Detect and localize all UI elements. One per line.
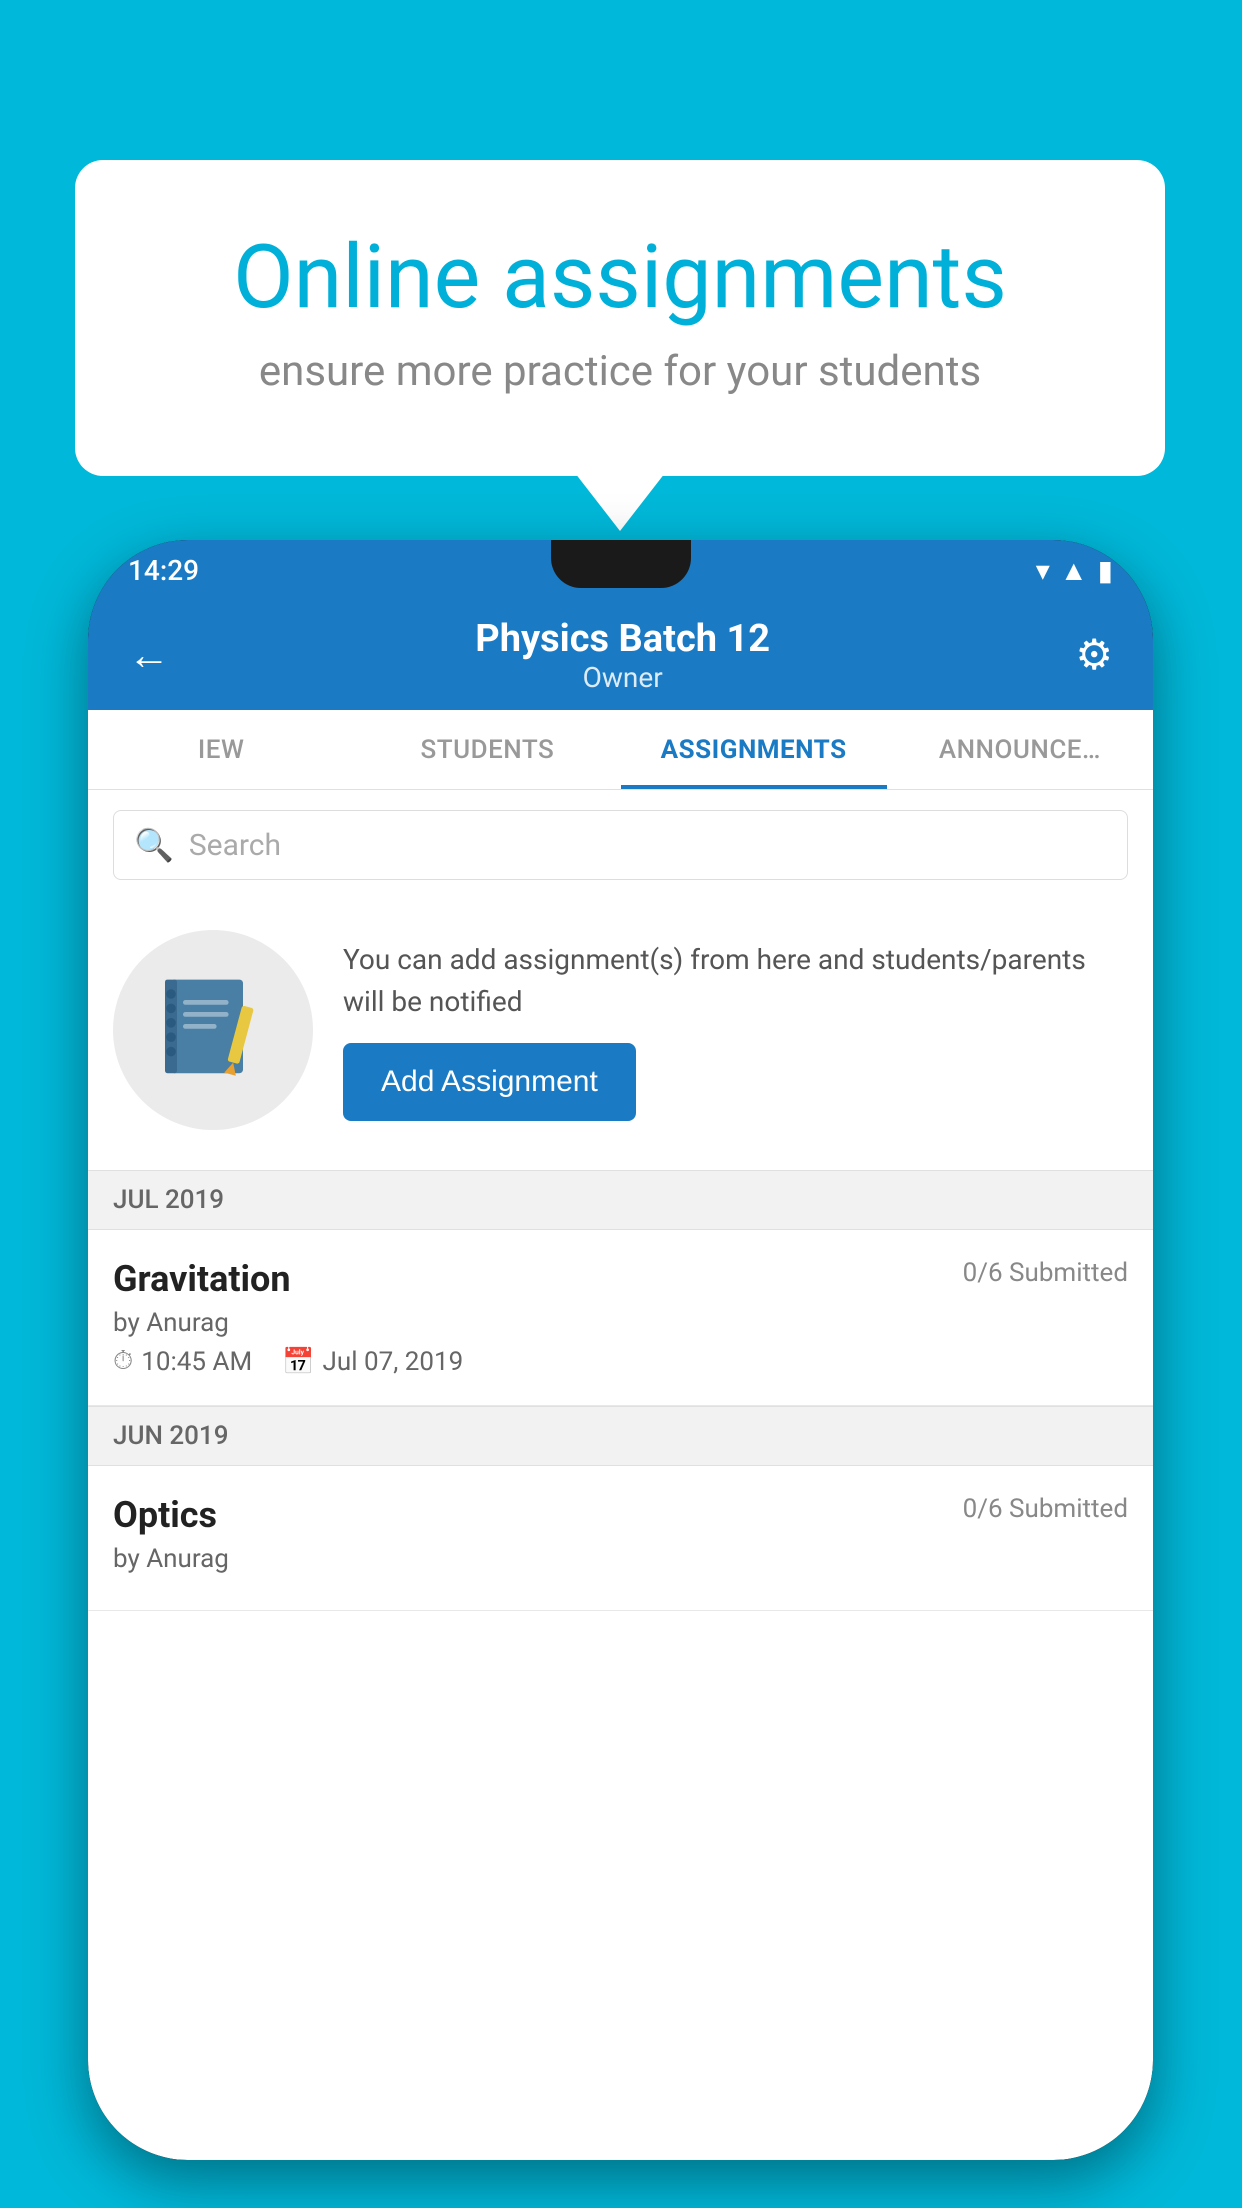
- section-header-jun: JUN 2019: [88, 1406, 1153, 1466]
- section-header-jul: JUL 2019: [88, 1170, 1153, 1230]
- wifi-icon: ▾: [1036, 554, 1050, 587]
- assignment-author-optics: by Anurag: [113, 1544, 1128, 1574]
- assignment-title: Gravitation: [113, 1258, 291, 1300]
- assignment-title-optics: Optics: [113, 1494, 217, 1536]
- assignment-meta: ⏱ 10:45 AM 📅 Jul 07, 2019: [113, 1346, 1128, 1377]
- assignment-header-optics: Optics 0/6 Submitted: [113, 1494, 1128, 1536]
- add-assignment-button[interactable]: Add Assignment: [343, 1043, 636, 1121]
- calendar-icon: 📅: [282, 1347, 314, 1377]
- settings-button[interactable]: ⚙: [1065, 620, 1123, 690]
- clock-icon: ⏱: [113, 1346, 133, 1377]
- tab-iew[interactable]: IEW: [88, 710, 354, 789]
- speech-bubble-wrapper: Online assignments ensure more practice …: [75, 160, 1165, 476]
- tab-assignments[interactable]: ASSIGNMENTS: [621, 710, 887, 789]
- app-bar-title: Physics Batch 12: [180, 617, 1065, 661]
- notebook-icon-circle: [113, 930, 313, 1130]
- app-bar-title-area: Physics Batch 12 Owner: [180, 617, 1065, 694]
- tab-students[interactable]: STUDENTS: [354, 710, 620, 789]
- assignment-item-optics[interactable]: Optics 0/6 Submitted by Anurag: [88, 1466, 1153, 1611]
- status-time: 14:29: [128, 554, 199, 587]
- meta-date: 📅 Jul 07, 2019: [282, 1347, 463, 1377]
- notebook-icon: [153, 970, 273, 1090]
- app-bar-subtitle: Owner: [180, 661, 1065, 694]
- assignment-header: Gravitation 0/6 Submitted: [113, 1258, 1128, 1300]
- tabs-bar: IEW STUDENTS ASSIGNMENTS ANNOUNCE…: [88, 710, 1153, 790]
- signal-icon: ▲: [1060, 554, 1088, 587]
- search-bar-container: 🔍 Search: [88, 790, 1153, 900]
- info-card: You can add assignment(s) from here and …: [88, 900, 1153, 1170]
- speech-bubble-subtitle: ensure more practice for your students: [155, 347, 1085, 396]
- info-card-message: You can add assignment(s) from here and …: [343, 939, 1128, 1023]
- content-area: 🔍 Search: [88, 790, 1153, 2160]
- phone-inner: 14:29 ▾ ▲ ▮ ← Physics Batch 12 Owner ⚙ I…: [88, 540, 1153, 2160]
- assignment-author: by Anurag: [113, 1308, 1128, 1338]
- search-placeholder: Search: [189, 828, 281, 863]
- tab-announcements[interactable]: ANNOUNCE…: [887, 710, 1153, 789]
- meta-time: ⏱ 10:45 AM: [113, 1346, 252, 1377]
- phone-frame: 14:29 ▾ ▲ ▮ ← Physics Batch 12 Owner ⚙ I…: [88, 540, 1153, 2160]
- speech-bubble: Online assignments ensure more practice …: [75, 160, 1165, 476]
- battery-icon: ▮: [1098, 554, 1113, 587]
- app-bar: ← Physics Batch 12 Owner ⚙: [88, 600, 1153, 710]
- assignment-submitted-optics: 0/6 Submitted: [963, 1494, 1128, 1524]
- gear-icon: ⚙: [1075, 631, 1113, 680]
- speech-bubble-title: Online assignments: [155, 230, 1085, 327]
- phone-notch: [551, 540, 691, 588]
- search-bar[interactable]: 🔍 Search: [113, 810, 1128, 880]
- assignment-item-gravitation[interactable]: Gravitation 0/6 Submitted by Anurag ⏱ 10…: [88, 1230, 1153, 1406]
- search-icon: 🔍: [134, 826, 174, 864]
- back-button[interactable]: ←: [118, 621, 180, 690]
- assignment-submitted: 0/6 Submitted: [963, 1258, 1128, 1288]
- status-icons: ▾ ▲ ▮: [1036, 554, 1113, 587]
- info-card-text: You can add assignment(s) from here and …: [343, 939, 1128, 1121]
